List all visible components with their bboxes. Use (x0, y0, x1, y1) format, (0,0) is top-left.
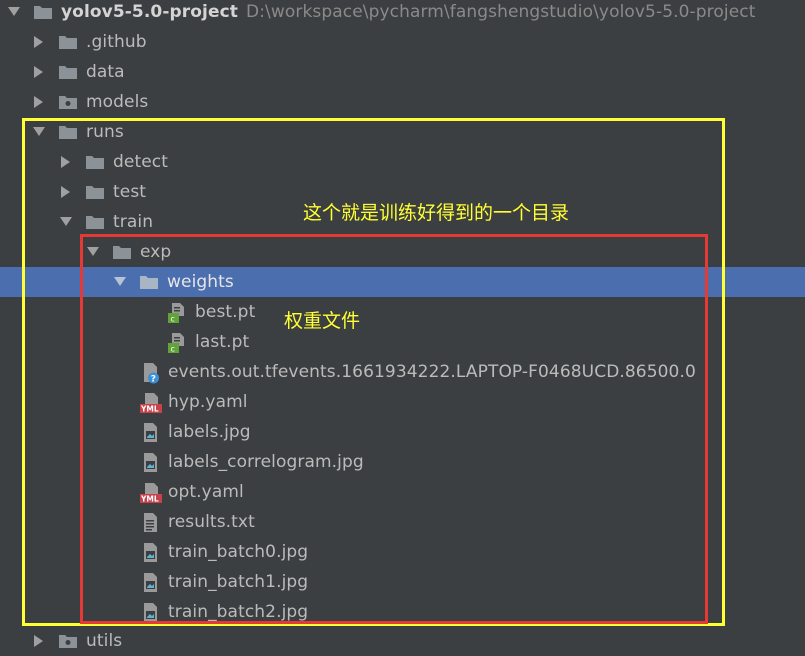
tree-row-last-pt[interactable]: c last.pt (0, 327, 805, 357)
expanded-arrow-icon[interactable] (32, 125, 46, 139)
file-label: last.pt (195, 332, 250, 352)
tree-row-train-batch1-jpg[interactable]: train_batch1.jpg (0, 567, 805, 597)
tree-row-runs[interactable]: runs (0, 117, 805, 147)
svg-text:c: c (171, 315, 175, 324)
folder-icon (85, 152, 105, 172)
package-folder-icon (58, 92, 78, 112)
expanded-arrow-icon[interactable] (59, 215, 73, 229)
directory-annotation: 这个就是训练好得到的一个目录 (303, 202, 570, 224)
folder-label: detect (113, 152, 168, 172)
pt-file-icon: c (167, 332, 187, 354)
folder-icon (85, 212, 105, 232)
svg-text:YML: YML (140, 405, 159, 414)
tree-row-train-batch0-jpg[interactable]: train_batch0.jpg (0, 537, 805, 567)
yaml-file-icon: YML (140, 482, 162, 504)
weights-annotation: 权重文件 (284, 310, 361, 332)
folder-icon (58, 122, 78, 142)
file-label: labels_correlogram.jpg (168, 452, 364, 472)
project-path: D:\workspace\pycharm\fangshengstudio\yol… (246, 2, 756, 22)
file-label: train_batch2.jpg (168, 602, 309, 622)
tree-row-train-batch2-jpg[interactable]: train_batch2.jpg (0, 597, 805, 627)
image-file-icon (140, 452, 160, 472)
svg-text:YML: YML (140, 495, 159, 504)
pt-file-icon: c (167, 302, 187, 324)
file-label: labels.jpg (168, 422, 251, 442)
project-name: yolov5-5.0-project (61, 2, 238, 22)
folder-label: train (113, 212, 154, 232)
tree-row-utils[interactable]: utils (0, 626, 805, 656)
folder-icon (85, 182, 105, 202)
tree-row-best-pt[interactable]: c best.pt (0, 297, 805, 327)
folder-icon (58, 32, 78, 52)
tree-row-hyp-yaml[interactable]: YML hyp.yaml (0, 387, 805, 417)
collapsed-arrow-icon[interactable] (59, 155, 73, 169)
tree-row-labels-jpg[interactable]: labels.jpg (0, 417, 805, 447)
image-file-icon (140, 542, 160, 562)
collapsed-arrow-icon[interactable] (59, 185, 73, 199)
expanded-arrow-icon[interactable] (7, 5, 21, 19)
file-label: opt.yaml (168, 482, 244, 502)
expanded-arrow-icon[interactable] (86, 245, 100, 259)
file-label: best.pt (195, 302, 256, 322)
folder-label: runs (86, 122, 124, 142)
image-file-icon (140, 572, 160, 592)
tree-row-events[interactable]: ? events.out.tfevents.1661934222.LAPTOP-… (0, 357, 805, 387)
expanded-arrow-icon[interactable] (113, 275, 127, 289)
folder-label: test (113, 182, 147, 202)
collapsed-arrow-icon[interactable] (32, 634, 46, 648)
folder-label: exp (140, 242, 172, 262)
folder-icon (58, 62, 78, 82)
tree-row-github[interactable]: .github (0, 27, 805, 57)
folder-label: weights (167, 272, 234, 292)
folder-label: .github (86, 32, 147, 52)
folder-label: data (86, 62, 125, 82)
file-label: train_batch1.jpg (168, 572, 309, 592)
file-label: hyp.yaml (168, 392, 248, 412)
tree-row-project-root[interactable]: yolov5-5.0-project D:\workspace\pycharm\… (0, 0, 805, 27)
file-label: results.txt (168, 512, 255, 532)
folder-icon (139, 272, 159, 292)
tree-row-data[interactable]: data (0, 57, 805, 87)
file-label: train_batch0.jpg (168, 542, 309, 562)
image-file-icon (140, 602, 160, 622)
tree-row-exp[interactable]: exp (0, 237, 805, 267)
folder-icon (112, 242, 132, 262)
image-file-icon (140, 422, 160, 442)
tree-row-labels-correlogram-jpg[interactable]: labels_correlogram.jpg (0, 447, 805, 477)
svg-text:c: c (171, 345, 175, 354)
folder-label: utils (86, 631, 123, 651)
tree-row-results-txt[interactable]: results.txt (0, 507, 805, 537)
yaml-file-icon: YML (140, 392, 162, 414)
collapsed-arrow-icon[interactable] (32, 65, 46, 79)
package-folder-icon (58, 631, 78, 651)
tree-row-detect[interactable]: detect (0, 147, 805, 177)
collapsed-arrow-icon[interactable] (32, 95, 46, 109)
text-file-icon (140, 512, 160, 532)
folder-icon (33, 2, 53, 22)
tree-row-opt-yaml[interactable]: YML opt.yaml (0, 477, 805, 507)
collapsed-arrow-icon[interactable] (32, 35, 46, 49)
svg-text:?: ? (151, 375, 156, 385)
tree-row-models[interactable]: models (0, 87, 805, 117)
unknown-file-icon: ? (140, 362, 160, 385)
folder-label: models (86, 92, 149, 112)
tree-row-weights[interactable]: weights (0, 267, 805, 297)
file-label: events.out.tfevents.1661934222.LAPTOP-F0… (168, 362, 696, 382)
